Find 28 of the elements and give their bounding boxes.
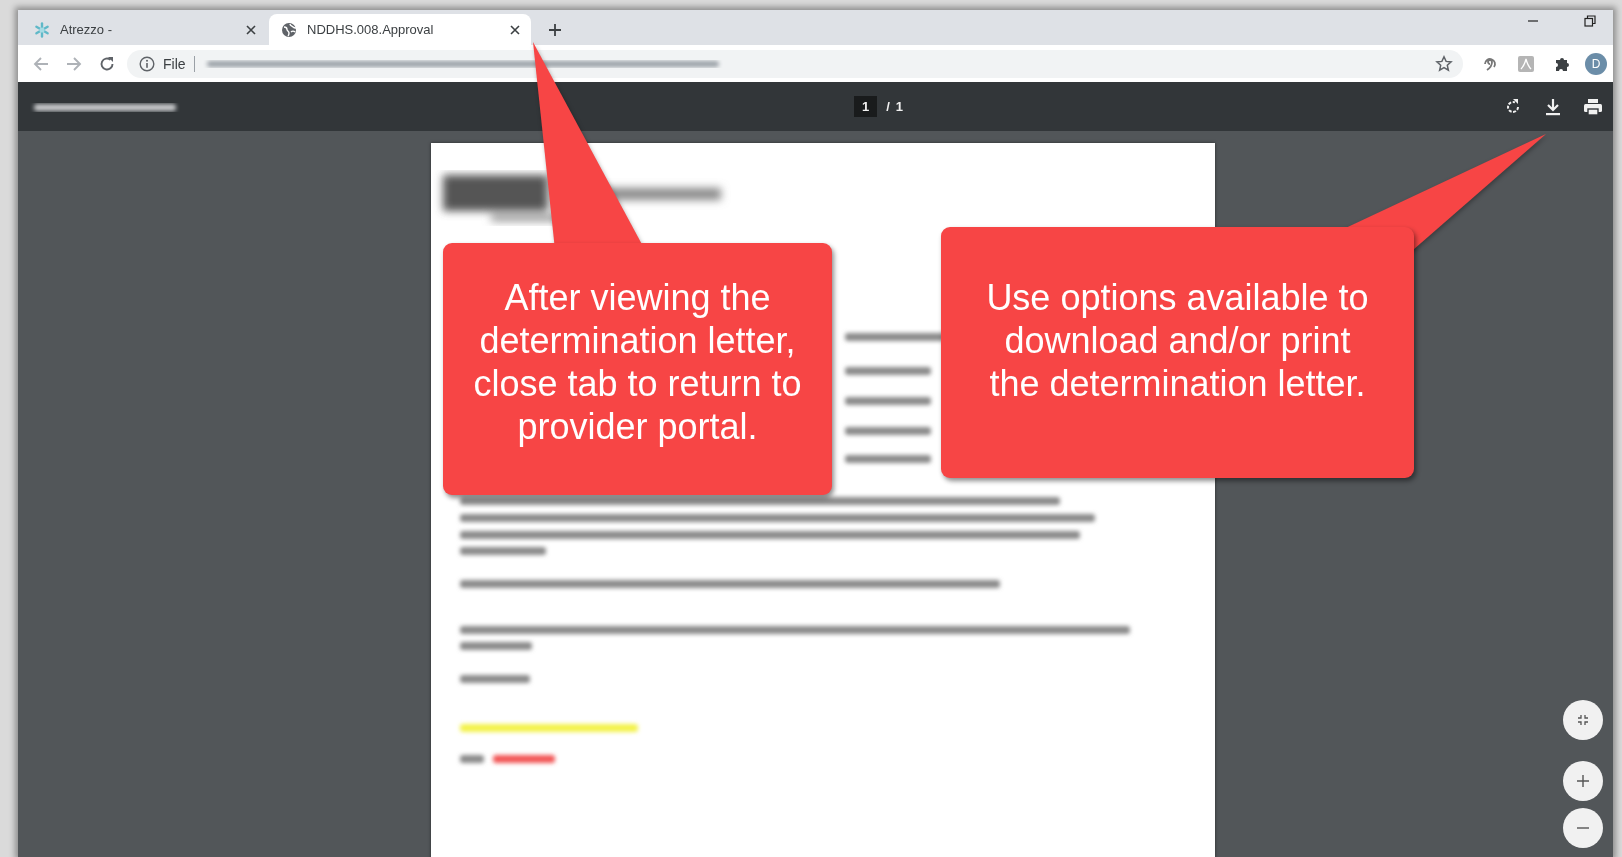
fit-to-page-button[interactable]: [1563, 700, 1603, 740]
restore-icon[interactable]: [1584, 14, 1596, 27]
new-tab-icon[interactable]: [547, 22, 563, 38]
profile-avatar[interactable]: D: [1585, 52, 1607, 75]
browser-tab[interactable]: NDDHS.008.Approval: [269, 14, 531, 45]
page-separator: /: [886, 99, 890, 114]
scheme-label: File: [163, 55, 186, 72]
callout: Use options available to download and/or print the determination letter.: [941, 227, 1414, 478]
callout: After viewing the determination letter, close tab to return to provider portal.: [443, 243, 832, 495]
close-icon[interactable]: [509, 23, 521, 36]
address-bar[interactable]: File: [127, 49, 1463, 78]
info-icon[interactable]: [139, 55, 155, 72]
print-icon[interactable]: [1583, 96, 1603, 117]
zoom-in-icon: [1577, 775, 1589, 787]
tab-title: Atrezzo -: [60, 22, 113, 37]
tab-title: NDDHS.008.Approval: [307, 22, 435, 37]
reload-icon[interactable]: [98, 54, 116, 73]
download-icon[interactable]: [1543, 96, 1563, 117]
star-icon[interactable]: [1435, 54, 1453, 73]
browser-tab[interactable]: Atrezzo -: [22, 14, 267, 45]
globe-icon: [281, 21, 297, 38]
page-number-field[interactable]: 1: [854, 96, 878, 117]
zoom-out-button[interactable]: [1563, 808, 1603, 848]
asterisk-icon: [34, 21, 50, 38]
page-count: 1: [895, 99, 904, 114]
close-icon[interactable]: [245, 23, 257, 36]
fit-to-page-icon: [1577, 714, 1589, 726]
zoom-in-button[interactable]: [1563, 761, 1603, 801]
